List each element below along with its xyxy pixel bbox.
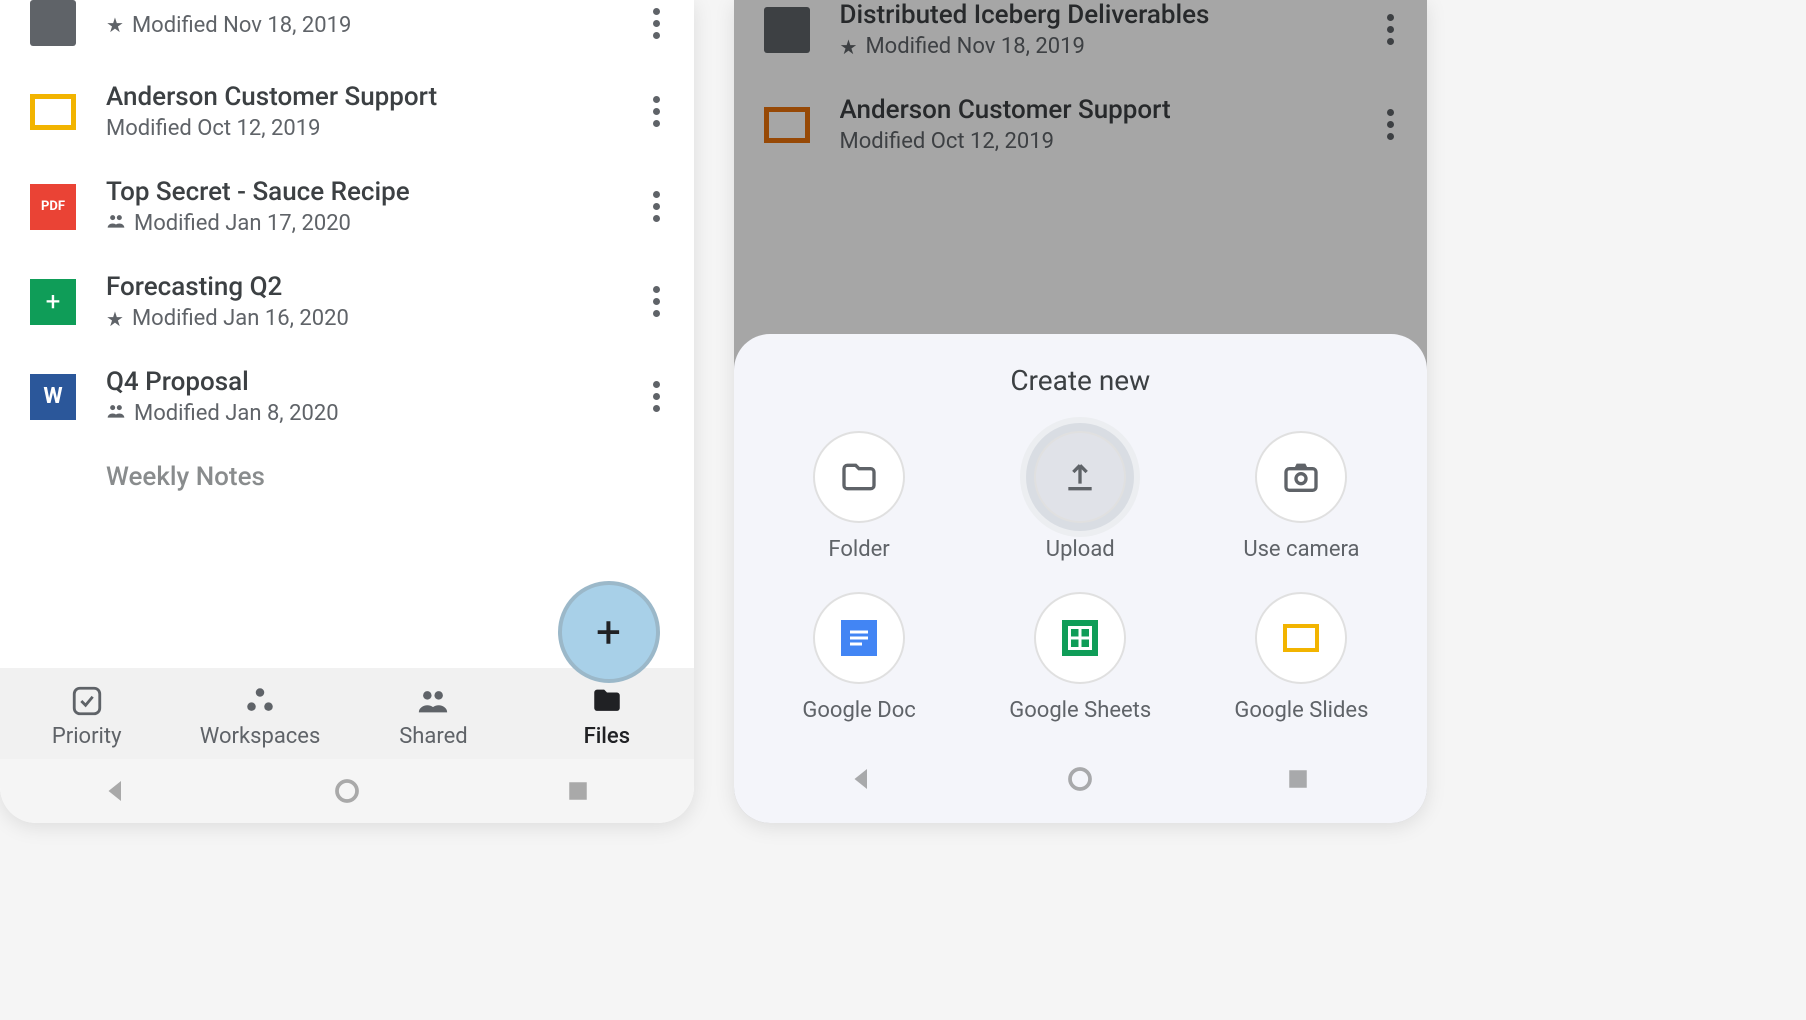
sheet-title: Create new [754,364,1408,397]
nav-back-icon[interactable] [101,776,131,806]
nav-recent-icon[interactable] [1283,764,1313,794]
docs-icon [841,620,877,656]
more-options-icon[interactable] [642,286,672,317]
nav-home-icon[interactable] [332,776,362,806]
shared-icon [416,684,450,718]
option-folder[interactable]: Folder [754,431,965,562]
workspaces-icon [243,684,277,718]
word-icon: W [30,374,76,420]
file-row[interactable]: Anderson Customer Support Modified Oct 1… [0,64,694,159]
file-row[interactable]: + Forecasting Q2 ★ Modified Jan 16, 2020 [0,254,694,349]
sheets-icon: + [30,279,76,325]
system-nav [754,747,1408,811]
tab-shared[interactable]: Shared [347,678,520,759]
nav-home-icon[interactable] [1065,764,1095,794]
create-new-sheet: Create new Folder Upload [734,334,1428,823]
plus-icon: + [596,606,621,658]
file-title: Forecasting Q2 [106,272,612,302]
file-row[interactable]: PDF Top Secret - Sauce Recipe Modified J… [0,159,694,254]
fab-create-button[interactable]: + [558,581,660,683]
phone-left: ★ Modified Nov 18, 2019 Anderson Custome… [0,0,694,823]
file-subtitle: ★ Modified Nov 18, 2019 [106,13,612,38]
file-subtitle: Modified Jan 8, 2020 [106,401,612,426]
system-nav [0,759,694,823]
file-subtitle: ★ Modified Jan 16, 2020 [106,306,612,331]
more-options-icon[interactable] [642,381,672,412]
file-title: Anderson Customer Support [106,82,612,112]
more-options-icon[interactable] [642,96,672,127]
file-title: Weekly Notes [106,462,672,492]
phone-right: Distributed Iceberg Deliverables ★ Modif… [734,0,1428,823]
slides-icon [30,94,76,130]
option-use-camera[interactable]: Use camera [1196,431,1407,562]
option-google-sheets[interactable]: Google Sheets [975,592,1186,723]
nav-recent-icon[interactable] [563,776,593,806]
tab-priority[interactable]: Priority [0,678,173,759]
files-icon [590,684,624,718]
folder-icon [839,457,879,497]
file-title: Top Secret - Sauce Recipe [106,177,612,207]
option-google-slides[interactable]: Google Slides [1196,592,1407,723]
priority-icon [70,684,104,718]
sheets-icon [1062,620,1098,656]
file-row[interactable]: W Q4 Proposal Modified Jan 8, 2020 [0,349,694,444]
more-options-icon[interactable] [642,191,672,222]
more-options-icon[interactable] [642,8,672,39]
option-google-doc[interactable]: Google Doc [754,592,965,723]
file-subtitle: Modified Jan 17, 2020 [106,211,612,236]
star-icon: ★ [106,13,124,37]
tab-files[interactable]: Files [520,678,693,759]
file-row[interactable]: Weekly Notes [0,444,694,514]
camera-icon [1281,457,1321,497]
option-upload[interactable]: Upload [975,431,1186,562]
pdf-icon: PDF [30,184,76,230]
shared-icon [106,401,126,426]
file-row[interactable]: ★ Modified Nov 18, 2019 [0,0,694,64]
file-subtitle: Modified Oct 12, 2019 [106,116,612,141]
nav-back-icon[interactable] [847,764,877,794]
upload-icon [1060,457,1100,497]
tab-workspaces[interactable]: Workspaces [173,678,346,759]
slides-icon [1283,624,1319,652]
shared-icon [106,211,126,236]
star-icon: ★ [106,307,124,331]
file-title: Q4 Proposal [106,367,612,397]
folder-icon [30,0,76,46]
bottom-nav: Priority Workspaces Shared Files [0,668,694,759]
file-list: ★ Modified Nov 18, 2019 Anderson Custome… [0,0,694,668]
